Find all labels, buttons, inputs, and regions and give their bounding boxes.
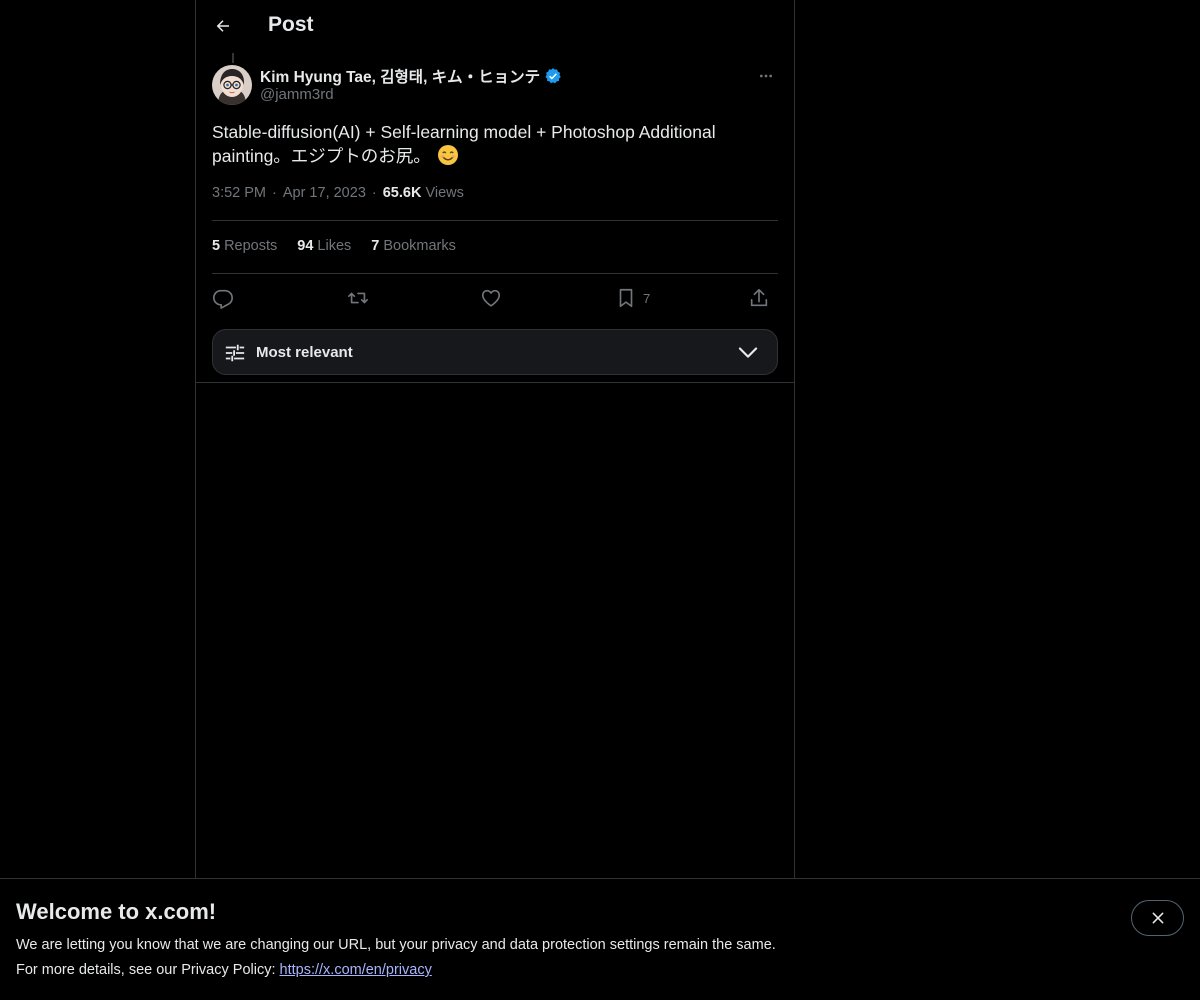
post-time[interactable]: 3:52 PM <box>212 185 266 201</box>
reposts-label: Reposts <box>224 238 278 254</box>
share-icon <box>750 288 768 307</box>
banner-message: We are letting you know that we are chan… <box>16 937 776 953</box>
reply-button[interactable] <box>212 284 234 312</box>
post-text: Stable-diffusion(AI) + Self-learning mod… <box>212 120 772 168</box>
post-text-body: Stable-diffusion(AI) + Self-learning mod… <box>212 122 716 166</box>
bookmarks-count: 7 <box>371 238 380 254</box>
main-column: Post Kim Hyung Tae, 김형태, キム・ヒョンテ @jamm3r… <box>195 0 795 879</box>
verified-badge-icon <box>545 68 561 84</box>
divider <box>196 382 794 383</box>
divider <box>212 220 778 221</box>
post-author: Kim Hyung Tae, 김형태, キム・ヒョンテ @jamm3rd <box>212 64 778 108</box>
url-change-banner: Welcome to x.com! We are letting you kno… <box>0 878 1200 1000</box>
meta-separator: · <box>371 185 377 201</box>
banner-title: Welcome to x.com! <box>16 899 217 924</box>
smiling-face-emoji <box>437 144 459 166</box>
page-header: Post <box>196 0 794 53</box>
arrow-left-icon <box>216 20 229 32</box>
likes-label: Likes <box>317 238 352 254</box>
bookmark-icon <box>619 288 633 308</box>
avatar[interactable] <box>212 65 252 105</box>
reposts-stat[interactable]: 5 Reposts <box>212 238 277 254</box>
repost-icon <box>348 292 368 304</box>
sort-label: Most relevant <box>256 344 353 361</box>
meta-separator: · <box>272 185 277 201</box>
author-display-name: Kim Hyung Tae, 김형태, キム・ヒョンテ <box>260 69 541 86</box>
post-metadata: 3:52 PM · Apr 17, 2023 · 65.6K Views <box>212 185 464 201</box>
heart-icon <box>481 289 501 307</box>
like-button[interactable] <box>480 284 502 312</box>
close-icon <box>1152 912 1163 924</box>
reply-sort-dropdown[interactable]: Most relevant <box>212 329 778 375</box>
post-stats: 5 Reposts 94 Likes 7 Bookmarks <box>212 238 456 254</box>
views-label: Views <box>425 185 464 201</box>
close-banner-button[interactable] <box>1131 900 1184 936</box>
bookmarks-label: Bookmarks <box>383 238 456 254</box>
bookmark-button[interactable]: 7 <box>615 284 650 312</box>
thread-connector <box>232 53 234 63</box>
sliders-icon <box>225 344 245 362</box>
reply-icon <box>213 289 233 309</box>
bookmark-count: 7 <box>643 290 651 306</box>
banner-privacy-note: For more details, see our Privacy Policy… <box>16 962 432 978</box>
likes-stat[interactable]: 94 Likes <box>297 238 351 254</box>
post-actions: 7 <box>212 284 778 312</box>
more-options-button[interactable] <box>754 64 778 88</box>
divider <box>212 273 778 274</box>
author-handle[interactable]: @jamm3rd <box>260 86 334 103</box>
banner-privacy-prefix: For more details, see our Privacy Policy… <box>16 962 280 978</box>
likes-count: 94 <box>297 238 314 254</box>
reposts-count: 5 <box>212 238 221 254</box>
back-button[interactable] <box>210 13 236 39</box>
chevron-down-icon <box>738 347 758 358</box>
author-name-row[interactable]: Kim Hyung Tae, 김형태, キム・ヒョンテ <box>260 65 562 87</box>
share-button[interactable] <box>748 284 770 312</box>
post-date[interactable]: Apr 17, 2023 <box>283 185 366 201</box>
more-horizontal-icon <box>760 74 772 78</box>
repost-button[interactable] <box>346 284 370 312</box>
privacy-policy-link[interactable]: https://x.com/en/privacy <box>280 962 432 978</box>
views-count: 65.6K <box>382 185 422 201</box>
page-title: Post <box>268 13 314 36</box>
bookmarks-stat[interactable]: 7 Bookmarks <box>371 238 456 254</box>
